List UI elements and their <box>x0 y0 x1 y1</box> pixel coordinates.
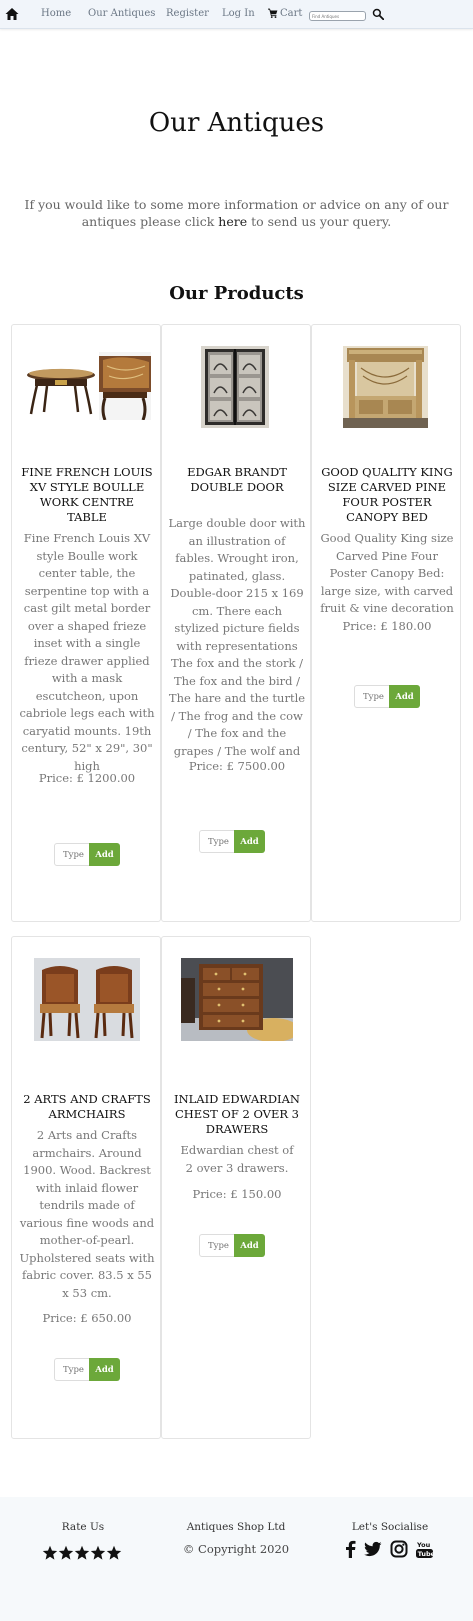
product-description: Edwardian chest of 2 over 3 drawers. <box>180 1143 294 1175</box>
facebook-icon[interactable] <box>344 1540 356 1558</box>
product-card: Inlaid Edwardian Chest of 2 over 3 Drawe… <box>161 936 311 1439</box>
quantity-input[interactable] <box>354 685 390 708</box>
company-name: Antiques Shop Ltd <box>186 1521 286 1533</box>
nav-link-home[interactable]: Home <box>41 8 71 19</box>
intro-text: If you would like to some more informati… <box>20 196 453 230</box>
quantity-input[interactable] <box>54 843 90 866</box>
star-icon <box>106 1545 122 1560</box>
product-title: Edgar Brandt Double Door <box>187 465 287 494</box>
nav-link-our-antiques[interactable]: Our Antiques <box>88 8 155 19</box>
add-to-cart-button[interactable]: Add <box>234 830 265 853</box>
product-price: Price: £ 150.00 <box>192 1187 282 1201</box>
nav-link-login[interactable]: Log In <box>222 8 255 19</box>
product-image[interactable] <box>25 352 151 420</box>
add-to-cart-button[interactable]: Add <box>89 843 120 866</box>
product-description: 2 Arts and Crafts armchairs. Around 1900… <box>19 1128 155 1300</box>
search-input[interactable] <box>309 11 366 21</box>
star-icon <box>90 1545 106 1560</box>
rate-us-label: Rate Us <box>61 1521 105 1533</box>
quantity-input[interactable] <box>199 1234 235 1257</box>
product-title: Good Quality King Size Carved Pine Four … <box>321 465 453 524</box>
product-image[interactable] <box>181 958 293 1041</box>
product-card: Fine French Louis XV Style Boulle Work C… <box>11 324 161 922</box>
product-price: Price: £ 1200.00 <box>38 771 136 785</box>
instagram-icon[interactable] <box>390 1540 408 1558</box>
product-description: Fine French Louis XV style Boulle work c… <box>19 531 155 773</box>
cart-icon <box>268 8 278 18</box>
product-image[interactable] <box>34 958 140 1041</box>
navbar: Home Our Antiques Register Log In Cart <box>0 0 473 29</box>
product-title: Fine French Louis XV Style Boulle Work C… <box>21 465 153 524</box>
star-icon <box>74 1545 90 1560</box>
copyright-text: © Copyright 2020 <box>182 1542 290 1556</box>
add-to-cart-button[interactable]: Add <box>234 1234 265 1257</box>
nav-link-register[interactable]: Register <box>166 8 209 19</box>
social-label: Let's Socialise <box>351 1521 429 1533</box>
nav-link-cart[interactable]: Cart <box>268 8 302 19</box>
product-title: Inlaid Edwardian Chest of 2 over 3 Drawe… <box>174 1092 300 1136</box>
product-price: Price: £ 7500.00 <box>188 759 286 773</box>
product-image[interactable] <box>343 346 428 428</box>
section-title: Our Products <box>169 283 304 304</box>
product-card: Edgar Brandt Double Door Large double do… <box>161 324 311 922</box>
armchairs-photo <box>34 958 140 1041</box>
double-door-photo <box>201 346 269 428</box>
page-title: Our Antiques <box>148 108 325 138</box>
add-to-cart-button[interactable]: Add <box>389 685 420 708</box>
product-image[interactable] <box>201 346 269 428</box>
query-link[interactable]: here <box>218 214 247 229</box>
rating-stars[interactable] <box>42 1545 122 1561</box>
svg-text:You: You <box>416 1541 431 1549</box>
product-title: 2 Arts and Crafts Armchairs <box>23 1092 151 1121</box>
home-icon[interactable] <box>4 6 20 22</box>
cart-label: Cart <box>280 8 303 19</box>
product-description: Large double door with an illustration o… <box>168 516 306 758</box>
boulle-table-photo <box>25 352 151 420</box>
twitter-icon[interactable] <box>364 1540 382 1558</box>
star-icon <box>58 1545 74 1560</box>
quantity-input[interactable] <box>199 830 235 853</box>
product-price: Price: £ 180.00 <box>342 619 432 633</box>
canopy-bed-photo <box>343 346 428 428</box>
svg-text:Tube: Tube <box>418 1550 433 1558</box>
search-icon[interactable] <box>372 8 384 20</box>
add-to-cart-button[interactable]: Add <box>89 1358 120 1381</box>
youtube-icon[interactable]: You Tube <box>416 1540 433 1559</box>
chest-of-drawers-photo <box>181 958 293 1041</box>
intro-text-after: to send us your query. <box>247 214 392 229</box>
footer: Rate Us Antiques Shop Ltd © Copyright 20… <box>0 1497 473 1621</box>
star-icon <box>42 1545 58 1560</box>
product-card: 2 Arts and Crafts Armchairs 2 Arts and C… <box>11 936 161 1439</box>
quantity-input[interactable] <box>54 1358 90 1381</box>
product-price: Price: £ 650.00 <box>42 1311 132 1325</box>
product-description: Good Quality King size Carved Pine Four … <box>320 531 454 615</box>
product-card: Good Quality King Size Carved Pine Four … <box>311 324 461 922</box>
